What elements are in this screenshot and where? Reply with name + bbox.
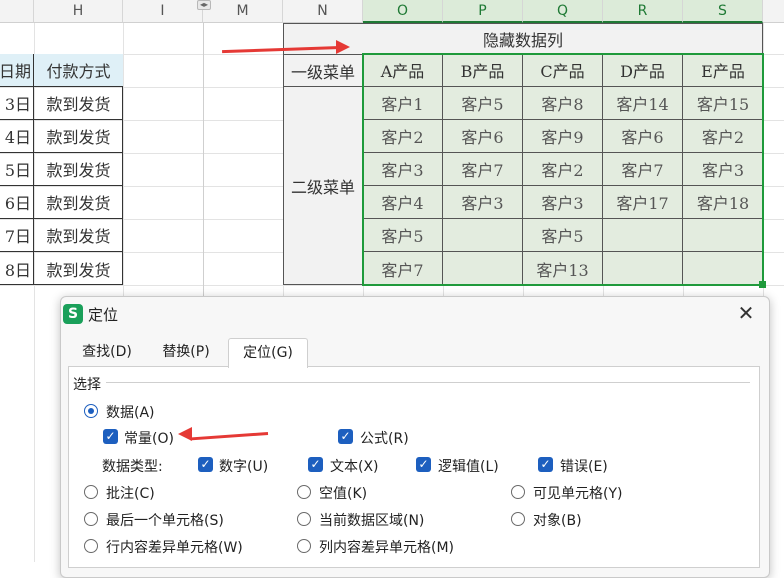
section-divider: [106, 382, 750, 383]
table-cell[interactable]: 款到发货: [34, 87, 123, 120]
col-header-blank[interactable]: [0, 0, 34, 23]
col-header-h[interactable]: H: [34, 0, 123, 23]
col-header-s[interactable]: S: [683, 0, 763, 23]
blank-radio-label[interactable]: 空值(K): [319, 483, 367, 503]
tab-replace[interactable]: 替换(P): [150, 338, 222, 366]
tab-find[interactable]: 查找(D): [72, 338, 142, 366]
col-header-rest: [763, 0, 784, 23]
table-cell[interactable]: 款到发货: [34, 120, 123, 153]
col-header-n[interactable]: N: [283, 0, 363, 23]
check-icon[interactable]: ✓: [308, 457, 323, 472]
table-cell[interactable]: 5日: [0, 153, 34, 186]
table-cell[interactable]: 7日: [0, 219, 34, 252]
col-header-p[interactable]: P: [443, 0, 523, 23]
row-diff-radio-label[interactable]: 行内容差异单元格(W): [106, 537, 243, 557]
comment-radio[interactable]: [84, 485, 98, 499]
comment-radio-label[interactable]: 批注(C): [106, 483, 155, 503]
table-header-payment[interactable]: 付款方式: [34, 54, 123, 87]
table-cell[interactable]: 款到发货: [34, 252, 123, 285]
table-cell[interactable]: 8日: [0, 252, 34, 285]
wps-logo-icon: S: [63, 304, 83, 324]
current-region-radio-label[interactable]: 当前数据区域(N): [319, 510, 424, 530]
table-cell[interactable]: 款到发货: [34, 153, 123, 186]
object-radio-label[interactable]: 对象(B): [533, 510, 582, 530]
last-cell-radio-label[interactable]: 最后一个单元格(S): [106, 510, 224, 530]
check-icon[interactable]: ✓: [538, 457, 553, 472]
col-header-m[interactable]: M: [203, 0, 283, 23]
object-radio[interactable]: [511, 512, 525, 526]
close-icon[interactable]: ✕: [734, 302, 758, 326]
check-icon[interactable]: ✓: [416, 457, 431, 472]
level1-menu-label[interactable]: 一级菜单: [283, 54, 363, 87]
formula-checkbox-label[interactable]: 公式(R): [360, 428, 409, 448]
col-header-o[interactable]: O: [363, 0, 443, 23]
data-radio[interactable]: [84, 404, 98, 418]
column-diff-radio[interactable]: [297, 539, 311, 553]
section-label: 选择: [73, 377, 101, 393]
row-diff-radio[interactable]: [84, 539, 98, 553]
constant-checkbox-label[interactable]: 常量(O): [124, 428, 174, 448]
tab-find-label: 查找(D): [82, 344, 132, 360]
table-cell[interactable]: 6日: [0, 186, 34, 219]
fill-handle[interactable]: [759, 281, 766, 288]
col-header-i[interactable]: I: [123, 0, 203, 23]
current-region-radio[interactable]: [297, 512, 311, 526]
number-checkbox-label[interactable]: 数字(U): [219, 456, 268, 476]
table-cell[interactable]: 款到发货: [34, 219, 123, 252]
red-arrow-head-icon: [178, 427, 192, 441]
last-cell-radio[interactable]: [84, 512, 98, 526]
level2-menu-label[interactable]: 二级菜单: [283, 87, 363, 285]
visible-cells-radio[interactable]: [511, 485, 525, 499]
column-diff-radio-label[interactable]: 列内容差异单元格(M): [319, 537, 454, 557]
check-icon[interactable]: ✓: [103, 429, 118, 444]
text-checkbox-label[interactable]: 文本(X): [330, 456, 379, 476]
table-cell[interactable]: 3日: [0, 87, 34, 120]
col-header-q[interactable]: Q: [523, 0, 603, 23]
data-type-label: 数据类型:: [102, 459, 163, 475]
error-checkbox-label[interactable]: 错误(E): [560, 456, 608, 476]
table-cell[interactable]: 4日: [0, 120, 34, 153]
hidden-data-title[interactable]: 隐藏数据列: [283, 23, 763, 54]
table-header-date[interactable]: 日期: [0, 54, 34, 87]
col-header-r[interactable]: R: [603, 0, 683, 23]
tab-goto-label: 定位(G): [243, 345, 293, 361]
red-arrow-head-icon: [336, 40, 350, 54]
data-radio-label[interactable]: 数据(A): [106, 402, 155, 422]
visible-cells-radio-label[interactable]: 可见单元格(Y): [533, 483, 622, 503]
check-icon[interactable]: ✓: [198, 457, 213, 472]
dialog-title: 定位: [88, 306, 119, 324]
table-cell[interactable]: 款到发货: [34, 186, 123, 219]
check-icon[interactable]: ✓: [338, 429, 353, 444]
tab-replace-label: 替换(P): [162, 344, 210, 360]
hidden-columns-handle-icon[interactable]: ◂▸: [197, 0, 211, 10]
selection-border: [362, 53, 764, 286]
blank-radio[interactable]: [297, 485, 311, 499]
logical-checkbox-label[interactable]: 逻辑值(L): [438, 456, 499, 476]
tab-goto[interactable]: 定位(G): [228, 338, 308, 368]
